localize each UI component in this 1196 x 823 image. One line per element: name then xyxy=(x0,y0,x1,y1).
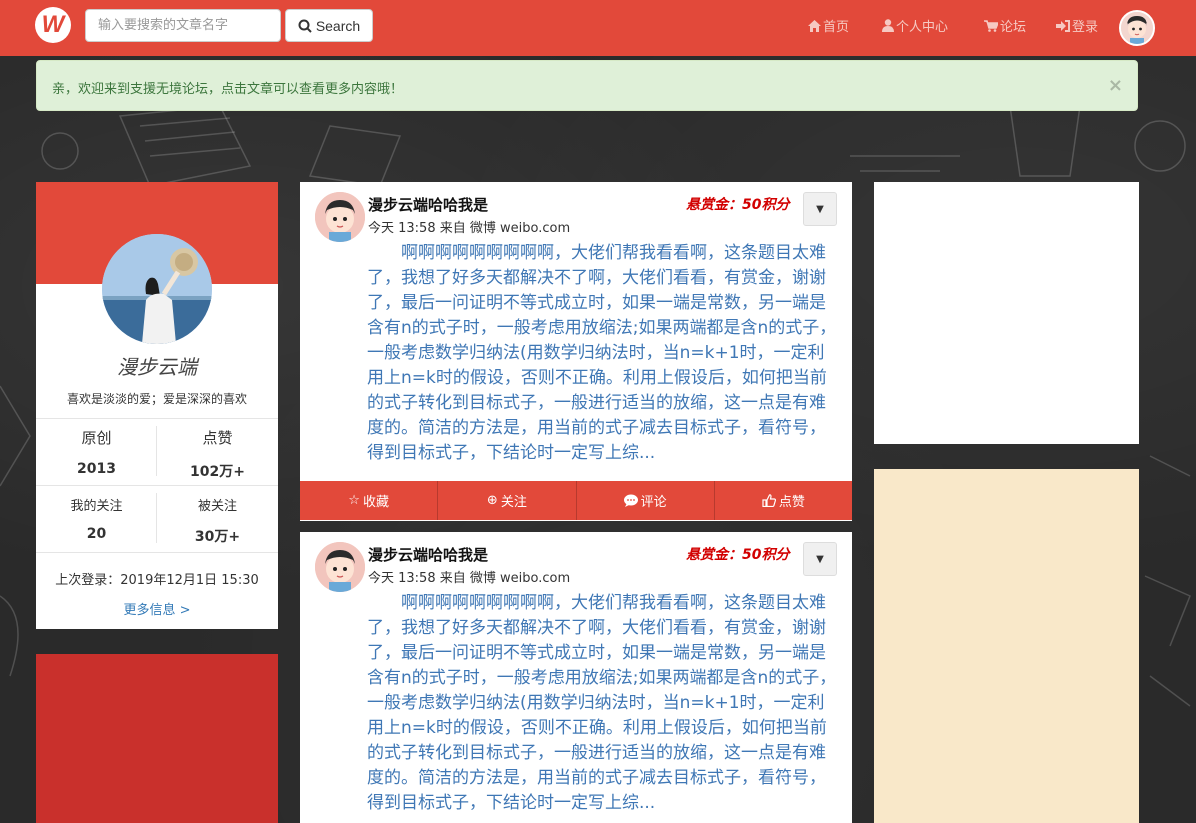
post-dropdown-button[interactable]: ▼ xyxy=(803,192,837,226)
like-label: 点赞 xyxy=(778,495,805,510)
nav-forum[interactable]: 论坛 xyxy=(984,16,1026,35)
follow-label: 关注 xyxy=(500,495,527,510)
profile-card: 漫步云端 喜欢是淡淡的爱；爱是深深的喜欢 原创 2013 点赞 102万+ 我的… xyxy=(36,182,278,629)
divider xyxy=(36,418,278,419)
stat-followers-label[interactable]: 被关注 xyxy=(157,495,278,514)
profile-avatar[interactable] xyxy=(102,234,212,344)
login-icon xyxy=(1056,19,1070,32)
user-avatar[interactable] xyxy=(1119,10,1155,46)
post-card[interactable]: 漫步云端哈哈我是 今天 13:58 来自 微博 weibo.com 悬赏金：50… xyxy=(300,182,852,521)
thumbs-up-icon xyxy=(762,494,776,507)
more-info-link[interactable]: 更多信息 > xyxy=(36,599,278,618)
post-author[interactable]: 漫步云端哈哈我是 xyxy=(368,544,488,565)
post-author[interactable]: 漫步云端哈哈我是 xyxy=(368,194,488,215)
nav-profile[interactable]: 个人中心 xyxy=(882,16,948,35)
stat-original-label: 原创 xyxy=(81,429,112,447)
stat-followers-value[interactable]: 30万+ xyxy=(157,526,278,546)
cart-icon xyxy=(984,19,998,32)
post-reward: 悬赏金：50积分 xyxy=(686,547,790,563)
favorite-button[interactable]: ☆ 收藏 xyxy=(300,481,439,520)
post-meta: 今天 13:58 来自 微博 weibo.com xyxy=(368,221,571,236)
post-dropdown-button[interactable]: ▼ xyxy=(803,542,837,576)
cartoon-avatar-image xyxy=(315,542,365,592)
comment-button[interactable]: 评论 xyxy=(577,481,715,520)
divider xyxy=(36,552,278,553)
nav-login[interactable]: 登录 xyxy=(1056,16,1098,35)
comment-label: 评论 xyxy=(640,495,667,510)
cartoon-avatar-image xyxy=(315,192,365,242)
post-author-avatar[interactable] xyxy=(315,542,365,592)
nav-home-label: 首页 xyxy=(823,20,850,35)
stat-following-value[interactable]: 20 xyxy=(36,526,157,542)
nav-home[interactable]: 首页 xyxy=(808,16,849,35)
left-ad-block xyxy=(36,654,278,823)
plus-circle-icon: ⊕ xyxy=(486,493,498,508)
caret-down-icon: ▼ xyxy=(816,553,824,565)
post-reward: 悬赏金：50积分 xyxy=(686,197,790,213)
post-card[interactable]: 漫步云端哈哈我是 今天 13:58 来自 微博 weibo.com 悬赏金：50… xyxy=(300,532,852,823)
profile-motto: 喜欢是淡淡的爱；爱是深深的喜欢 xyxy=(66,392,247,406)
top-navbar: W Search 首页 个人中心 论坛 登录 xyxy=(0,0,1196,56)
stat-likes-label: 点赞 xyxy=(202,429,233,447)
stat-original-value: 2013 xyxy=(77,461,116,477)
last-login: 上次登录：2019年12月1日 15:30 xyxy=(55,573,259,588)
follow-button[interactable]: ⊕ 关注 xyxy=(438,481,577,520)
stat-likes-value: 102万+ xyxy=(190,464,245,480)
profile-photo-image xyxy=(102,234,212,344)
right-side-panel xyxy=(874,469,1139,823)
alert-message: 亲，欢迎来到支援无境论坛，点击文章可以查看更多内容哦！ xyxy=(52,82,404,97)
post-meta: 今天 13:58 来自 微博 weibo.com xyxy=(368,571,571,586)
profile-name: 漫步云端 xyxy=(117,355,197,379)
search-button[interactable]: Search xyxy=(285,9,373,42)
search-input[interactable] xyxy=(85,9,281,42)
post-author-avatar[interactable] xyxy=(315,192,365,242)
caret-down-icon: ▼ xyxy=(816,203,824,215)
site-logo[interactable]: W xyxy=(35,7,71,43)
divider xyxy=(36,485,278,486)
post-body[interactable]: 啊啊啊啊啊啊啊啊啊，大佬们帮我看看啊，这条题目太难了，我想了好多天都解决不了啊，… xyxy=(367,241,839,471)
user-icon xyxy=(882,19,894,32)
home-icon xyxy=(808,19,821,32)
post-action-bar: ☆ 收藏 ⊕ 关注 评论 点赞 xyxy=(300,481,852,520)
nav-profile-label: 个人中心 xyxy=(896,20,949,35)
search-button-label: Search xyxy=(315,17,361,34)
nav-login-label: 登录 xyxy=(1072,20,1099,35)
post-body[interactable]: 啊啊啊啊啊啊啊啊啊，大佬们帮我看看啊，这条题目太难了，我想了好多天都解决不了啊，… xyxy=(367,591,839,821)
right-ad-block xyxy=(874,182,1139,444)
stat-following-label[interactable]: 我的关注 xyxy=(36,495,157,514)
alert-close-button[interactable]: × xyxy=(1108,75,1123,96)
nav-forum-label: 论坛 xyxy=(1000,20,1027,35)
cartoon-avatar-image xyxy=(1121,12,1153,44)
star-icon: ☆ xyxy=(348,493,360,508)
favorite-label: 收藏 xyxy=(362,495,389,510)
search-icon xyxy=(298,19,312,33)
welcome-alert: 亲，欢迎来到支援无境论坛，点击文章可以查看更多内容哦！ × xyxy=(36,60,1138,111)
like-button[interactable]: 点赞 xyxy=(715,481,852,520)
comment-icon xyxy=(623,494,638,507)
